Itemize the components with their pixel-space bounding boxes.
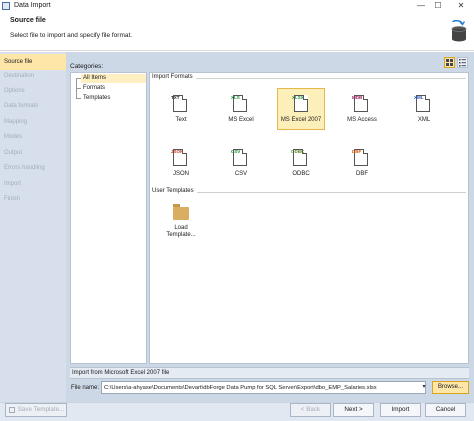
odbc-file-icon: ODBC [291, 149, 307, 166]
database-import-icon [451, 20, 467, 42]
load-template-caption-line2: Template... [166, 232, 196, 238]
maximize-button[interactable]: ☐ [428, 0, 448, 12]
excel-2007-file-icon: XLSX [292, 95, 308, 112]
format-tile-ms-excel[interactable]: XLS MS Excel [217, 89, 265, 131]
format-caption: MS Access [347, 117, 377, 123]
text-file-icon: TXT [171, 95, 187, 112]
format-tile-csv[interactable]: CSV CSV [217, 143, 265, 185]
format-tile-json[interactable]: JSON JSON [157, 143, 205, 185]
format-caption: ODBC [292, 171, 310, 177]
list-view-button[interactable] [457, 57, 468, 68]
categories-tree: All Items Formats Templates [70, 72, 147, 364]
sidebar-item-mapping: Mapping [4, 119, 28, 125]
excel-file-icon: XLS [231, 95, 247, 112]
large-icons-view-button[interactable] [444, 57, 455, 68]
sidebar-item-import: Import [4, 181, 22, 187]
format-tile-text[interactable]: TXT Text [157, 89, 205, 131]
format-tile-dbf[interactable]: DBF DBF [338, 143, 386, 185]
save-template-button: Save Template... [5, 403, 67, 417]
back-button: < Back [290, 403, 331, 417]
grid-icon [446, 59, 453, 66]
window-title: Data Import [14, 2, 51, 9]
sidebar-item-options: Options [4, 88, 25, 94]
xml-file-icon: XML [414, 95, 430, 112]
csv-file-icon: CSV [231, 149, 247, 166]
format-tile-xml[interactable]: XML XML [400, 89, 448, 131]
divider [197, 192, 466, 193]
format-caption: JSON [172, 171, 189, 177]
close-button[interactable]: ✕ [451, 0, 471, 12]
page-subtitle: Select file to import and specify file f… [10, 32, 133, 39]
categories-label: Categories: [70, 63, 104, 70]
page-title: Source file [10, 17, 46, 24]
category-all-items[interactable]: All Items [81, 74, 146, 83]
folder-icon [173, 204, 189, 220]
save-icon [9, 407, 15, 413]
load-template-caption-line1: Load [174, 225, 188, 231]
browse-button[interactable]: Browse... [432, 381, 469, 394]
import-formats-heading: Import Formats [152, 74, 193, 80]
format-description: Import from Microsoft Excel 2007 file [70, 367, 469, 379]
format-caption: CSV [234, 171, 248, 177]
json-file-icon: JSON [171, 149, 187, 166]
list-icon [459, 59, 466, 67]
format-tile-odbc[interactable]: ODBC ODBC [277, 143, 325, 185]
chevron-down-icon[interactable]: ▾ [419, 381, 429, 394]
file-name-label: File name: [71, 385, 100, 391]
category-templates[interactable]: Templates [81, 94, 112, 103]
format-tile-ms-excel-2007[interactable]: XLSX MS Excel 2007 [277, 88, 325, 130]
format-caption: XML [417, 117, 431, 123]
format-caption: DBF [356, 171, 368, 177]
access-file-icon: MDB [352, 95, 368, 112]
user-templates-heading: User Templates [152, 188, 194, 194]
wizard-steps-sidebar: Source file Destination Options Data for… [0, 52, 66, 402]
sidebar-item-errors-handling: Errors handling [4, 165, 45, 171]
divider [196, 78, 466, 79]
title-bar: Data Import — ☐ ✕ [0, 0, 474, 12]
category-formats[interactable]: Formats [81, 84, 107, 93]
sidebar-item-destination: Destination [4, 73, 35, 79]
next-button[interactable]: Next > [333, 403, 374, 417]
save-template-label: Save Template... [17, 406, 65, 413]
sidebar-item-data-formats: Data formats [4, 103, 39, 109]
sidebar-item-finish: Finish [4, 196, 21, 202]
file-name-input[interactable] [101, 381, 426, 394]
sidebar-item-source-file[interactable]: Source file [0, 54, 66, 70]
import-button[interactable]: Import [380, 403, 421, 417]
format-caption: MS Excel [228, 117, 254, 123]
format-caption: Text [175, 117, 187, 123]
wizard-header: Source file Select file to import and sp… [0, 12, 474, 51]
dbf-file-icon: DBF [352, 149, 368, 166]
format-tile-ms-access[interactable]: MDB MS Access [338, 89, 386, 131]
cancel-button[interactable]: Cancel [425, 403, 466, 417]
app-icon [2, 2, 10, 10]
format-caption: MS Excel 2007 [280, 117, 322, 123]
sidebar-item-output: Output [4, 150, 23, 156]
sidebar-item-modes: Modes [4, 134, 23, 140]
